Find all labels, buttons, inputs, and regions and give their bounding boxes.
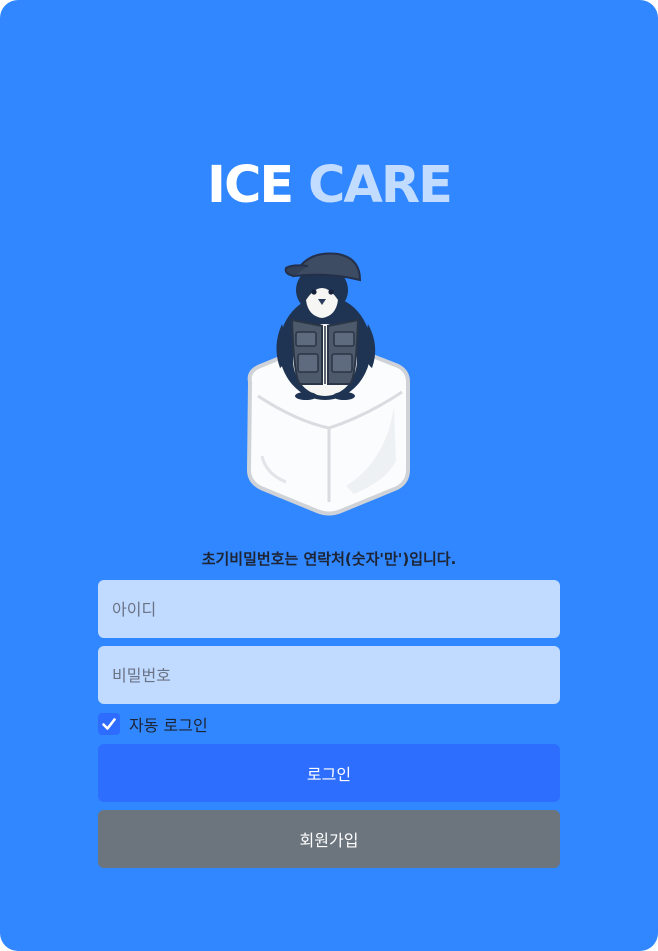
auto-login-checkbox[interactable] [98,713,120,735]
login-button[interactable]: 로그인 [98,744,560,802]
id-input[interactable] [98,580,560,638]
penguin-on-ice-cube-icon [246,252,410,516]
logo-word-care: CARE [308,156,453,215]
auto-login-label: 자동 로그인 [129,716,208,735]
auto-login-toggle[interactable]: 자동 로그인 [98,712,208,736]
password-notice: 초기비밀번호는 연락처(숫자'만')입니다. [201,550,457,568]
password-input[interactable] [98,646,560,704]
app-logo: ICE CARE [0,152,658,220]
logo-word-ice: ICE [206,156,294,215]
signup-button[interactable]: 회원가입 [98,810,560,868]
login-card: ICE CARE 초기비밀번호는 연락처(숫자'만')입니다. 아이디 자동 로… [0,0,658,951]
checkmark-icon [102,718,116,730]
